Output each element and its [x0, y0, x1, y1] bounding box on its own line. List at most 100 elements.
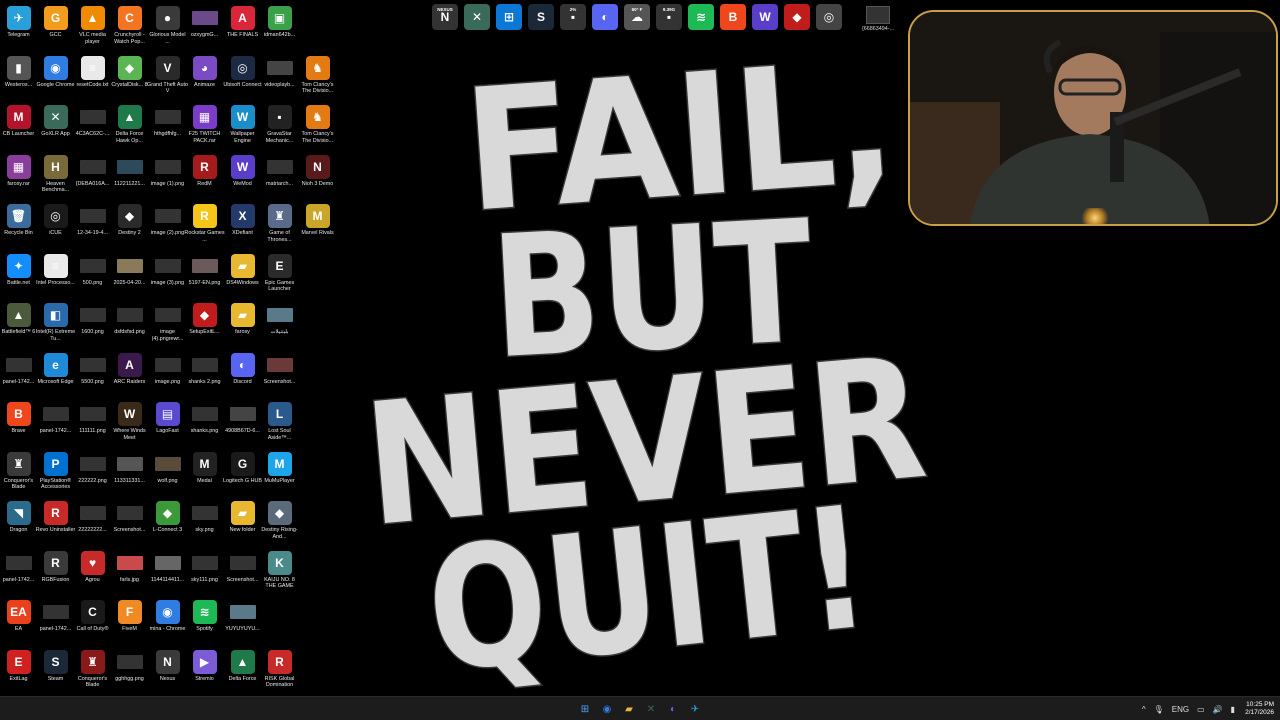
desktop-shortcut[interactable]: ◐ Discord — [224, 352, 261, 386]
desktop-shortcut[interactable]: N Nexus — [149, 649, 186, 683]
goxlr-icon[interactable]: ✕ — [464, 4, 490, 30]
desktop-shortcut[interactable]: K KAIJU NO. 8 THE GAME — [261, 550, 298, 590]
desktop-shortcut[interactable]: ♜ Conqueror's Blade — [0, 451, 37, 491]
desktop-shortcut[interactable]: ♥ Agrou — [74, 550, 111, 584]
desktop-shortcut[interactable]: ◕ Animaze — [186, 55, 223, 89]
desktop-shortcut[interactable]: shanks 2.png — [186, 353, 223, 386]
desktop-shortcut[interactable]: ◎ iCUE — [37, 204, 74, 237]
spotify-icon[interactable]: ≋ — [688, 4, 714, 30]
desktop-shortcut[interactable]: C Crunchyroll - Watch Pop... — [111, 6, 148, 45]
desktop-shortcut[interactable]: بليتنيلات — [261, 303, 298, 336]
strip-file-shortcut[interactable]: {66863494-... — [862, 6, 894, 32]
desktop-shortcut[interactable]: sky111.png — [186, 551, 223, 584]
desktop-shortcut[interactable]: ◉ Google Chrome — [36, 55, 75, 89]
desktop-shortcut[interactable]: 112211221... — [111, 155, 148, 188]
desktop-shortcut[interactable]: V Grand Theft Auto V — [147, 55, 188, 95]
desktop-shortcut[interactable]: ◥ Dragon — [0, 501, 37, 534]
desktop-shortcut[interactable]: ▮ Westeros... — [0, 55, 37, 89]
desktop-shortcut[interactable]: R RGBFusion — [37, 550, 74, 584]
microphone-icon[interactable]: 🎙 — [1154, 705, 1164, 714]
desktop-shortcut[interactable]: M MuMuPlayer — [261, 451, 298, 485]
desktop-shortcut[interactable]: ▲ Battlefield™ 6 — [0, 303, 37, 336]
desktop-shortcut[interactable]: ◆ CrystalDisk... 8 — [111, 55, 148, 89]
exitlag-icon[interactable]: ◆ — [784, 4, 810, 30]
desktop-shortcut[interactable]: W Where Winds Meet — [111, 402, 148, 441]
wemod-icon[interactable]: W — [752, 4, 778, 30]
desktop-shortcut[interactable]: G GCC — [37, 6, 74, 39]
desktop-shortcut[interactable]: videoplayb... — [261, 56, 298, 89]
desktop-shortcut[interactable]: farls.jpg — [111, 551, 148, 584]
desktop-shortcut[interactable]: gghhgg.png — [111, 650, 148, 683]
desktop-shortcut[interactable]: M Medal — [186, 451, 223, 485]
obs-icon[interactable]: ◎ — [816, 4, 842, 30]
desktop-shortcut[interactable]: image (3).png — [149, 254, 186, 287]
desktop-shortcut[interactable]: R RISK Global Domination — [261, 649, 298, 689]
desktop-shortcut[interactable]: 1144114411... — [149, 551, 186, 584]
desktop-shortcut[interactable]: ▲ VLC media player — [74, 6, 111, 45]
desktop-shortcut[interactable]: 4908B67D-6... — [224, 402, 261, 435]
desktop-shortcut[interactable]: panel-1742... — [0, 353, 37, 386]
desktop-shortcut[interactable]: ◎ Ubisoft Connect — [223, 55, 262, 89]
desktop-shortcut[interactable]: wolf.png — [149, 452, 186, 485]
desktop-shortcut[interactable]: matriarch... — [261, 155, 298, 188]
desktop-shortcut[interactable]: ◆ Destiny 2 — [111, 204, 148, 237]
desktop-shortcut[interactable]: R RedM — [186, 154, 223, 188]
desktop-shortcut[interactable]: 222222.png — [74, 452, 111, 485]
file-explorer-icon[interactable]: ▰ — [620, 700, 638, 718]
desktop-shortcut[interactable]: Screenshot... — [224, 551, 261, 584]
desktop-shortcut[interactable]: ▲ Delta Force — [224, 649, 261, 683]
desktop-shortcut[interactable]: S Steam — [37, 649, 74, 683]
desktop-shortcut[interactable]: 2025-04-20... — [111, 254, 148, 287]
desktop-shortcut[interactable]: 4C3AC62C-... — [74, 105, 111, 138]
desktop-shortcut[interactable]: X XDefiant — [224, 204, 261, 237]
language-indicator[interactable]: ENG — [1172, 705, 1189, 714]
desktop-shortcut[interactable]: 22222222... — [74, 501, 111, 534]
desktop-shortcut[interactable]: G Logitech G HUB — [223, 451, 262, 485]
desktop-shortcut[interactable]: C Call of Duty® — [74, 600, 111, 633]
desktop-shortcut[interactable]: EA EA — [0, 600, 37, 633]
desktop-shortcut[interactable]: ♜ Game of Thrones... — [261, 204, 298, 243]
desktop-shortcut[interactable]: 5500.png — [74, 353, 111, 386]
desktop-shortcut[interactable]: ▰ DS4Windows — [224, 253, 261, 287]
desktop-shortcut[interactable]: ▦ F25 TWITCH PACK.rar — [186, 105, 223, 144]
desktop-shortcut[interactable]: image (2).png — [149, 204, 186, 237]
steam-icon[interactable]: S — [528, 4, 554, 30]
desktop-shortcut[interactable]: ✈ Telegram — [0, 6, 37, 39]
clock[interactable]: 10:25 PM 2/17/2026 — [1245, 701, 1274, 717]
desktop-shortcut[interactable]: ◧ Intel(R) Extreme Tu... — [36, 303, 75, 342]
desktop-shortcut[interactable]: 5197-EN.png — [186, 254, 223, 287]
desktop-shortcut[interactable]: ≡ resetCode.txt — [74, 55, 111, 89]
desktop-shortcut[interactable]: E Epic Games Launcher — [261, 253, 298, 293]
desktop-shortcut[interactable]: L Lost Soul Aside™... — [261, 402, 298, 441]
desktop-shortcut[interactable]: ▲ Delta Force Hawk Op... — [111, 105, 148, 144]
desktop-shortcut[interactable]: ◉ mina - Chrome — [149, 600, 186, 633]
desktop-shortcut[interactable]: 113311331... — [111, 452, 148, 485]
desktop-shortcut[interactable]: ✕ GoXLR App — [37, 105, 74, 138]
battery-icon[interactable]: ▮ — [1231, 705, 1235, 714]
volume-icon[interactable]: 🔊 — [1213, 705, 1223, 714]
desktop-shortcut[interactable]: ▰ New folder — [224, 501, 261, 534]
memory-widget-icon[interactable]: ▪ 9.39G — [656, 4, 682, 30]
cpu-widget-icon[interactable]: ▪ 2% — [560, 4, 586, 30]
desktop-shortcut[interactable]: ozxygmG... — [186, 6, 223, 39]
chevron-up-icon[interactable]: ^ — [1142, 705, 1146, 714]
desktop-shortcut[interactable]: A THE FINALS — [224, 6, 261, 39]
desktop-shortcut[interactable]: 🗑 Recycle Bin — [0, 204, 37, 237]
desktop-shortcut[interactable]: dsfdsfsd.png — [111, 303, 148, 336]
desktop-shortcut[interactable]: 1600.png — [74, 303, 111, 336]
desktop-shortcut[interactable]: M CB Launcher — [0, 105, 37, 138]
desktop-shortcut[interactable]: hthgdfhfg... — [149, 105, 186, 138]
desktop-shortcut[interactable]: H Heaven Benchma... — [37, 154, 74, 194]
desktop-shortcut[interactable]: Screenshot... — [111, 501, 148, 534]
desktop-shortcut[interactable]: ♜ Conqueror's Blade — [74, 649, 111, 689]
desktop-shortcut[interactable]: YUYUYUYU... — [224, 600, 261, 633]
start-icon[interactable]: ⊞ — [576, 700, 594, 718]
desktop-shortcut[interactable]: ◆ Destiny Rising-And... — [261, 501, 298, 540]
desktop-shortcut[interactable]: panel-1742... — [37, 600, 74, 633]
desktop-shortcut[interactable]: 12-34-19-4... — [74, 204, 111, 237]
chrome-icon[interactable]: ◉ — [598, 700, 616, 718]
desktop-shortcut[interactable]: ▪ GravaStar Mechanic... — [261, 105, 298, 144]
desktop-shortcut[interactable]: ● Glorious Model ... — [149, 6, 186, 45]
desktop-shortcut[interactable]: W WeMod — [224, 154, 261, 188]
desktop-shortcut[interactable]: ▣ idman642b... — [261, 6, 298, 39]
